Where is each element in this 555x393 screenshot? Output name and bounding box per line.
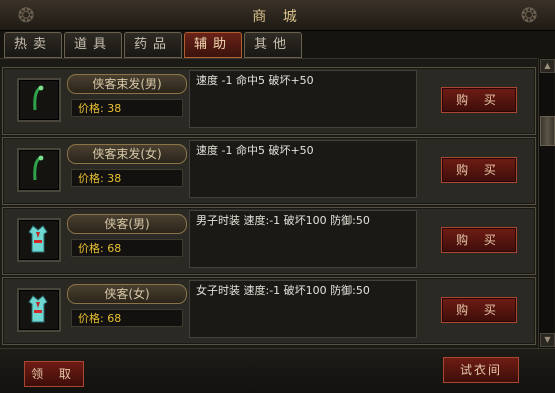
- list-item: 侠客束发(男) 价格: 38 速度 -1 命中5 破坏+50 购 买: [2, 67, 536, 135]
- item-name: 侠客束发(女): [67, 144, 187, 164]
- scrollbar-thumb[interactable]: [540, 116, 555, 146]
- item-description: 男子时装 速度:-1 破坏100 防御:50: [189, 210, 417, 268]
- item-slot[interactable]: [17, 218, 61, 262]
- item-slot[interactable]: [17, 78, 61, 122]
- scroll-up-arrow-icon[interactable]: ▲: [540, 59, 555, 73]
- item-description: 速度 -1 命中5 破坏+50: [189, 70, 417, 128]
- claim-button[interactable]: 领 取: [24, 361, 84, 387]
- item-price: 价格: 68: [71, 309, 183, 327]
- list-item: 侠客束发(女) 价格: 38 速度 -1 命中5 破坏+50 购 买: [2, 137, 536, 205]
- item-description: 速度 -1 命中5 破坏+50: [189, 140, 417, 198]
- shop-window: ❂ 商 城 ❂ 热卖 道具 药品 辅助 其他 侠客束发(男) 价格: 38 速度…: [0, 0, 555, 393]
- tab-assist[interactable]: 辅助: [184, 32, 242, 58]
- robe-icon: [28, 295, 48, 323]
- buy-button[interactable]: 购 买: [441, 87, 517, 113]
- robe-icon: [28, 225, 48, 253]
- hairpin-icon: [33, 85, 44, 111]
- item-description: 女子时装 速度:-1 破坏100 防御:50: [189, 280, 417, 338]
- item-slot[interactable]: [17, 148, 61, 192]
- list-item: 侠客(男) 价格: 68 男子时装 速度:-1 破坏100 防御:50 购 买: [2, 207, 536, 275]
- item-name: 侠客(女): [67, 284, 187, 304]
- title-bar: ❂ 商 城 ❂: [0, 0, 555, 31]
- buy-button[interactable]: 购 买: [441, 157, 517, 183]
- tab-potions[interactable]: 药品: [124, 32, 182, 58]
- buy-button[interactable]: 购 买: [441, 297, 517, 323]
- window-title: 商 城: [252, 9, 303, 25]
- item-price: 价格: 38: [71, 169, 183, 187]
- item-list: 侠客束发(男) 价格: 38 速度 -1 命中5 破坏+50 购 买 侠客束发(…: [0, 58, 537, 349]
- item-price: 价格: 38: [71, 99, 183, 117]
- item-price: 价格: 68: [71, 239, 183, 257]
- item-name: 侠客(男): [67, 214, 187, 234]
- item-name: 侠客束发(男): [67, 74, 187, 94]
- scrollbar[interactable]: ▲ ▼: [538, 58, 555, 348]
- tab-other[interactable]: 其他: [244, 32, 302, 58]
- tab-items[interactable]: 道具: [64, 32, 122, 58]
- tab-hot[interactable]: 热卖: [4, 32, 62, 58]
- bottom-bar: 领 取 试衣间: [0, 348, 555, 393]
- list-item: 侠客(女) 价格: 68 女子时装 速度:-1 破坏100 防御:50 购 买: [2, 277, 536, 345]
- dragon-ornament-icon: ❂: [520, 3, 538, 27]
- scroll-down-arrow-icon[interactable]: ▼: [540, 333, 555, 347]
- buy-button[interactable]: 购 买: [441, 227, 517, 253]
- fitting-room-button[interactable]: 试衣间: [443, 357, 519, 383]
- item-slot[interactable]: [17, 288, 61, 332]
- hairpin-icon: [33, 155, 44, 181]
